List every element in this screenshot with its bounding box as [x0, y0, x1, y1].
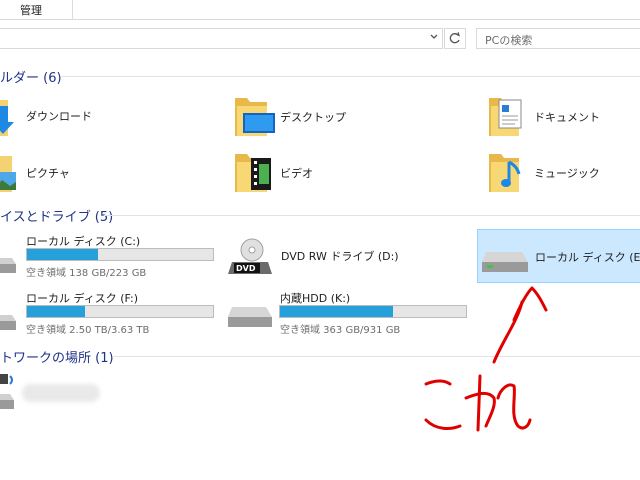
- section-divider: [60, 76, 640, 77]
- folder-label: ビデオ: [280, 167, 313, 180]
- hard-drive-icon: [228, 307, 272, 327]
- drive-free-space: 空き領域 2.50 TB/3.63 TB: [26, 325, 150, 336]
- drive-label: ローカル ディスク (F:): [26, 292, 138, 305]
- download-folder-icon: [0, 100, 14, 136]
- refresh-button[interactable]: [444, 28, 466, 49]
- videos-folder-icon: [235, 154, 271, 192]
- drive-free-space: 空き領域 363 GB/931 GB: [280, 325, 401, 336]
- hard-drive-icon: [0, 315, 16, 330]
- section-divider: [104, 215, 640, 216]
- section-divider: [112, 356, 640, 357]
- drive-usage-fill: [27, 249, 98, 260]
- ribbon-divider: [0, 19, 640, 20]
- drive-d[interactable]: DVD DVD RW ドライブ (D:): [228, 232, 468, 280]
- section-network-header[interactable]: トワークの場所 (1): [0, 347, 114, 366]
- drive-label: DVD RW ドライブ (D:): [281, 250, 399, 263]
- folder-music[interactable]: ミュージック: [487, 152, 637, 194]
- folder-documents[interactable]: ドキュメント: [487, 96, 637, 138]
- folder-videos[interactable]: ビデオ: [233, 152, 433, 194]
- drive-e[interactable]: ローカル ディスク (E:): [477, 229, 640, 283]
- drive-label: ローカル ディスク (E:): [535, 251, 640, 264]
- drive-free-space: 空き領域 138 GB/223 GB: [26, 268, 147, 279]
- folder-desktop[interactable]: デスクトップ: [233, 96, 433, 138]
- refresh-icon: [449, 32, 460, 44]
- dvd-drive-icon: DVD: [228, 238, 272, 274]
- hard-drive-icon: [0, 258, 16, 273]
- folder-label: ドキュメント: [534, 111, 600, 124]
- handwritten-annotation: [424, 286, 548, 432]
- folder-downloads[interactable]: ダウンロード: [0, 96, 200, 136]
- drive-usage-fill: [280, 306, 394, 317]
- search-input[interactable]: PCの検索: [476, 28, 640, 49]
- search-placeholder: PCの検索: [485, 34, 533, 47]
- music-folder-icon: [489, 154, 521, 192]
- folder-label: デスクトップ: [280, 111, 346, 124]
- section-folders-header[interactable]: ルダー (6): [0, 67, 62, 86]
- section-drives-header[interactable]: イスとドライブ (5): [0, 206, 113, 225]
- drive-usage-bar: [26, 248, 214, 261]
- drive-label: ローカル ディスク (C:): [26, 235, 141, 248]
- documents-folder-icon: [489, 98, 522, 136]
- drive-usage-fill: [27, 306, 85, 317]
- pictures-folder-icon: [0, 156, 16, 192]
- network-drive-icon: [0, 374, 14, 409]
- chevron-down-icon[interactable]: [430, 33, 438, 41]
- blurred-network-name: [22, 384, 100, 402]
- svg-text:DVD: DVD: [236, 264, 256, 273]
- drive-label: 内蔵HDD (K:): [280, 292, 351, 305]
- drive-f[interactable]: ローカル ディスク (F:) 空き領域 2.50 TB/3.63 TB: [0, 289, 220, 337]
- tab-manage-label: 管理: [20, 4, 42, 17]
- folder-pictures[interactable]: ピクチャ: [0, 152, 200, 194]
- desktop-folder-icon: [235, 98, 275, 136]
- drive-usage-bar: [26, 305, 214, 318]
- folder-label: ダウンロード: [26, 110, 92, 123]
- drive-c[interactable]: ローカル ディスク (C:) 空き領域 138 GB/223 GB: [0, 232, 220, 280]
- address-bar[interactable]: [0, 28, 443, 49]
- folder-label: ピクチャ: [26, 167, 70, 180]
- hard-drive-icon: [482, 252, 528, 272]
- tab-manage[interactable]: 管理: [0, 0, 73, 19]
- folder-label: ミュージック: [534, 167, 600, 180]
